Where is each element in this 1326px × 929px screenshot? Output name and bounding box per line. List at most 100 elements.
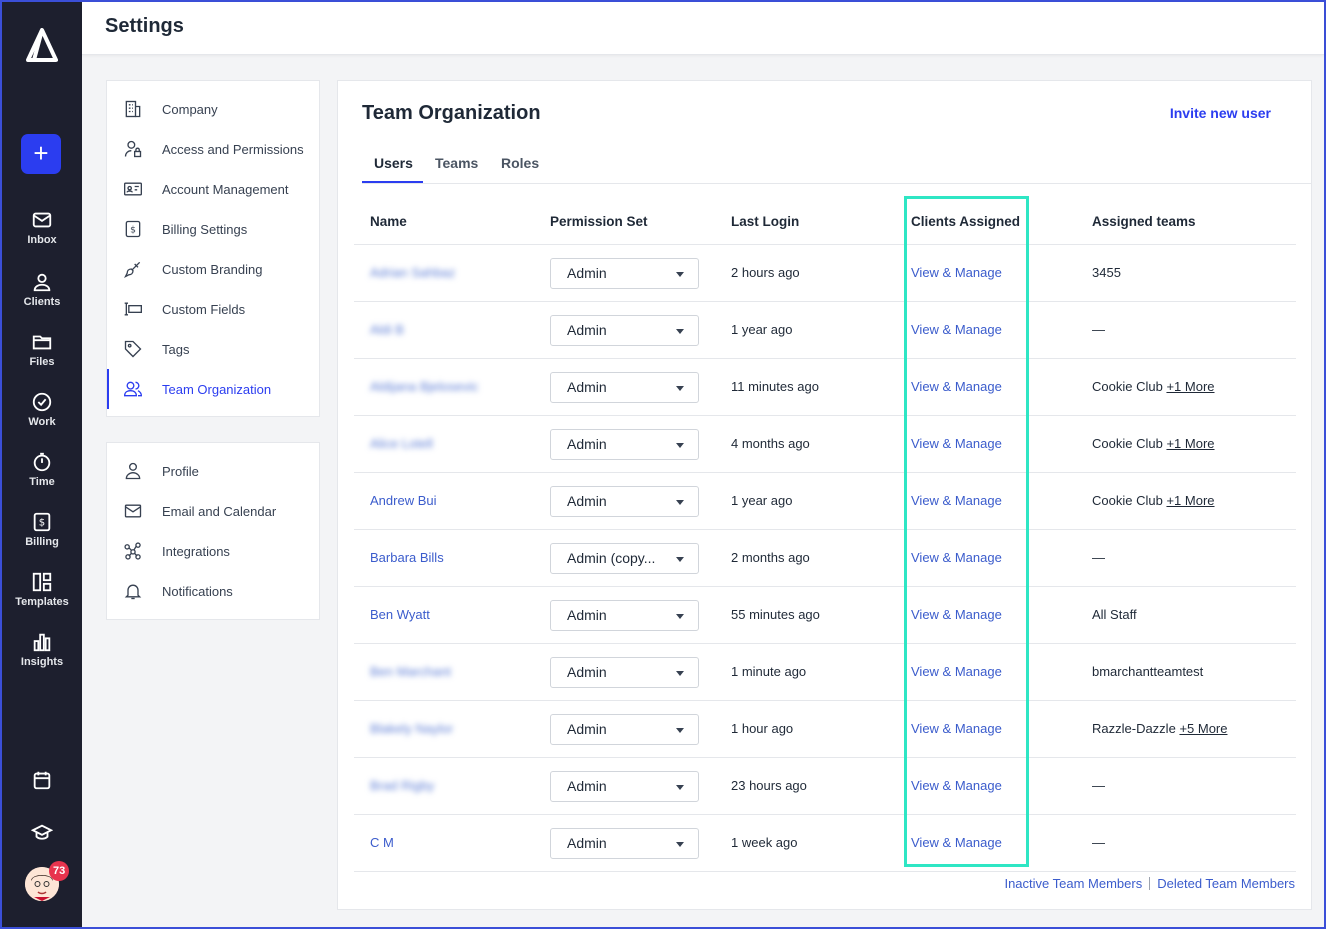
calendar-button[interactable] [2, 769, 82, 791]
view-manage-link[interactable]: View & Manage [911, 550, 1002, 565]
permission-select[interactable]: Admin [550, 372, 699, 403]
user-name-link[interactable]: Ben Marchant [370, 664, 451, 679]
nav-files[interactable]: Files [2, 331, 82, 368]
team-name: Cookie Club [1092, 493, 1163, 508]
nav-label: Work [28, 416, 56, 428]
brush-icon [124, 261, 141, 278]
invite-user-button[interactable]: Invite new user [1170, 105, 1271, 121]
team-name: Razzle-Dazzle [1092, 721, 1176, 736]
menu-item-fields[interactable]: Custom Fields [107, 289, 319, 329]
more-teams-link[interactable]: +1 More [1166, 379, 1214, 394]
view-manage-link[interactable]: View & Manage [911, 379, 1002, 394]
inactive-members-link[interactable]: Inactive Team Members [1004, 876, 1142, 891]
assigned-teams: Razzle-Dazzle +5 More [1092, 721, 1228, 736]
team-name: 3455 [1092, 265, 1121, 280]
academy-button[interactable] [2, 822, 82, 844]
view-manage-link[interactable]: View & Manage [911, 265, 1002, 280]
nav-inbox[interactable]: Inbox [2, 209, 82, 246]
assigned-teams: bmarchantteamtest [1092, 664, 1203, 679]
column-header-name[interactable]: Name [370, 214, 407, 229]
column-header-permission[interactable]: Permission Set [550, 214, 648, 229]
last-login: 2 months ago [731, 550, 810, 565]
user-name-link[interactable]: Adrian Sahbaz [370, 265, 455, 280]
more-teams-link[interactable]: +5 More [1179, 721, 1227, 736]
user-name-link[interactable]: Blakely Naylor [370, 721, 453, 736]
menu-item-integrations[interactable]: Integrations [107, 531, 319, 571]
menu-item-tags[interactable]: Tags [107, 329, 319, 369]
tab-users[interactable]: Users [374, 155, 413, 171]
menu-item-company[interactable]: Company [107, 89, 319, 129]
team-name: bmarchantteamtest [1092, 664, 1204, 679]
create-new-button[interactable]: + [21, 134, 61, 174]
nav-insights[interactable]: Insights [2, 631, 82, 668]
menu-label: Billing Settings [162, 221, 248, 237]
permission-value: Admin [567, 721, 607, 737]
assigned-teams: All Staff [1092, 607, 1137, 622]
caret-down-icon [676, 842, 684, 847]
menu-item-branding[interactable]: Custom Branding [107, 249, 319, 289]
nav-billing[interactable]: $ Billing [2, 511, 82, 548]
templates-icon [32, 572, 52, 592]
tab-roles[interactable]: Roles [501, 155, 539, 171]
user-name-link[interactable]: Alice Lotell [370, 436, 433, 451]
permission-select[interactable]: Admin [550, 771, 699, 802]
menu-label: Custom Branding [162, 261, 263, 277]
user-name-link[interactable]: Brad Rigby [370, 778, 434, 793]
bell-icon [124, 584, 142, 600]
permission-select[interactable]: Admin [550, 315, 699, 346]
menu-item-team-organization[interactable]: Team Organization [107, 369, 319, 409]
view-manage-link[interactable]: View & Manage [911, 436, 1002, 451]
permission-select[interactable]: Admin [550, 600, 699, 631]
view-manage-link[interactable]: View & Manage [911, 835, 1002, 850]
more-teams-link[interactable]: +1 More [1166, 436, 1214, 451]
deleted-members-link[interactable]: Deleted Team Members [1157, 876, 1295, 891]
permission-select[interactable]: Admin (copy... [550, 543, 699, 574]
table-row: Aldijana Bjelosevic Admin 11 minutes ago Vi… [354, 359, 1296, 416]
menu-label: Email and Calendar [162, 503, 277, 519]
nav-templates[interactable]: Templates [2, 571, 82, 608]
menu-label: Account Management [162, 181, 289, 197]
view-manage-link[interactable]: View & Manage [911, 721, 1002, 736]
column-header-teams[interactable]: Assigned teams [1092, 214, 1196, 229]
check-circle-icon [32, 392, 52, 412]
caret-down-icon [676, 671, 684, 676]
permission-value: Admin [567, 664, 607, 680]
team-name: — [1092, 322, 1105, 337]
view-manage-link[interactable]: View & Manage [911, 607, 1002, 622]
user-name-link[interactable]: Ben Wyatt [370, 607, 430, 622]
permission-select[interactable]: Admin [550, 429, 699, 460]
permission-select[interactable]: Admin [550, 828, 699, 859]
assigned-teams: — [1092, 322, 1105, 337]
view-manage-link[interactable]: View & Manage [911, 322, 1002, 337]
view-manage-link[interactable]: View & Manage [911, 493, 1002, 508]
menu-item-profile[interactable]: Profile [107, 451, 319, 491]
permission-select[interactable]: Admin [550, 714, 699, 745]
menu-item-account[interactable]: Account Management [107, 169, 319, 209]
column-header-clients[interactable]: Clients Assigned [911, 214, 1020, 229]
logo-icon[interactable] [26, 28, 58, 62]
view-manage-link[interactable]: View & Manage [911, 778, 1002, 793]
menu-item-billing[interactable]: $ Billing Settings [107, 209, 319, 249]
more-teams-link[interactable]: +1 More [1166, 493, 1214, 508]
menu-label: Profile [162, 463, 199, 479]
menu-item-email-calendar[interactable]: Email and Calendar [107, 491, 319, 531]
column-header-last-login[interactable]: Last Login [731, 214, 799, 229]
permission-select[interactable]: Admin [550, 486, 699, 517]
view-manage-link[interactable]: View & Manage [911, 664, 1002, 679]
tab-teams[interactable]: Teams [435, 155, 478, 171]
permission-value: Admin [567, 265, 607, 281]
nav-time[interactable]: Time [2, 451, 82, 488]
nav-clients[interactable]: Clients [2, 271, 82, 308]
permission-value: Admin [567, 379, 607, 395]
user-name-link[interactable]: Aldijana Bjelosevic [370, 379, 478, 394]
user-name-link[interactable]: Andrew Bui [370, 493, 436, 508]
menu-item-notifications[interactable]: Notifications [107, 571, 319, 611]
last-login: 2 hours ago [731, 265, 800, 280]
user-name-link[interactable]: Aldi B [370, 322, 404, 337]
permission-select[interactable]: Admin [550, 657, 699, 688]
menu-item-access[interactable]: Access and Permissions [107, 129, 319, 169]
permission-select[interactable]: Admin [550, 258, 699, 289]
nav-work[interactable]: Work [2, 391, 82, 428]
user-name-link[interactable]: C M [370, 835, 394, 850]
user-name-link[interactable]: Barbara Bills [370, 550, 444, 565]
